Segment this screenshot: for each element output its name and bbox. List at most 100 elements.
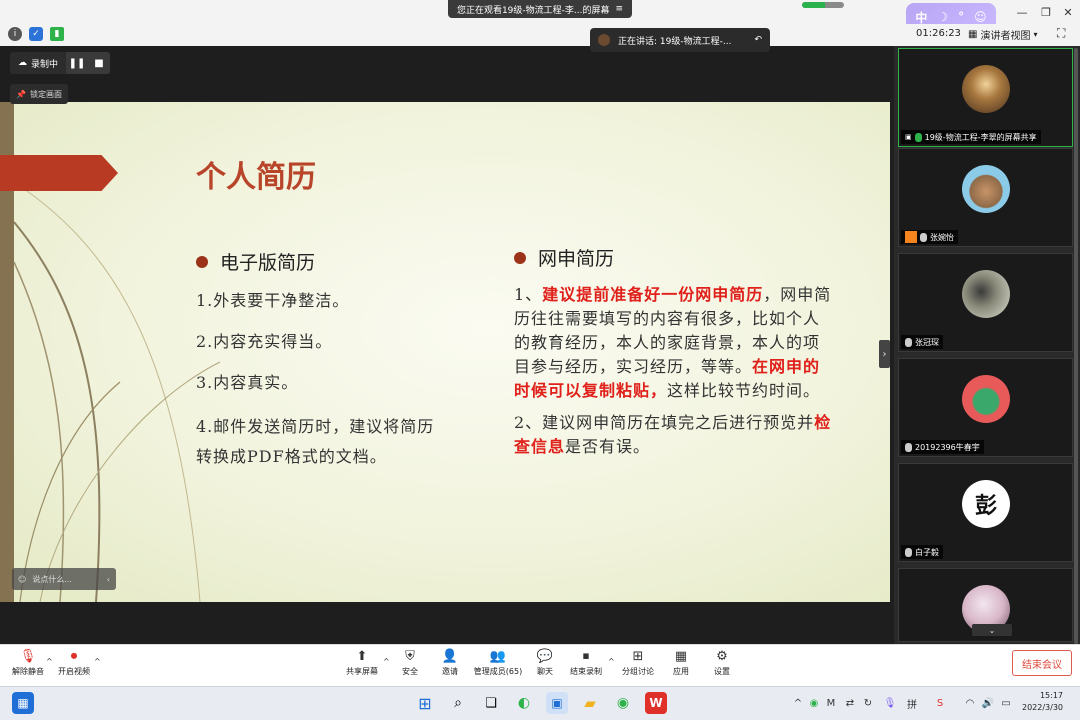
network-signal xyxy=(802,2,844,8)
mic-muted-icon xyxy=(905,547,912,557)
settings-button[interactable]: ⚙ 设置 xyxy=(694,648,750,677)
tray-chevron-up-icon[interactable]: ^ xyxy=(792,697,804,709)
right-heading: 网申简历 xyxy=(538,248,615,270)
participant-tile[interactable]: 20192396牛春宇 xyxy=(898,358,1073,457)
close-icon[interactable]: ✕ xyxy=(1058,4,1078,20)
battery-icon[interactable]: ▭ xyxy=(1000,697,1012,709)
ime-dot-icon[interactable]: ° xyxy=(958,10,964,24)
tray-refresh-icon[interactable]: ↻ xyxy=(862,697,874,709)
participant-name: 白子毅 xyxy=(915,547,939,557)
gallery-scrollbar[interactable] xyxy=(1074,48,1078,644)
participant-label: 张冠琛 xyxy=(901,335,943,349)
presentation-slide: 个人简历 电子版简历 1.外表要干净整洁。 2.内容充实得当。 3.内容真实。 … xyxy=(0,102,890,602)
participant-name: 20192396牛春宇 xyxy=(915,442,980,452)
avatar xyxy=(962,270,1010,318)
recording-status: ☁ 录制中 xyxy=(10,52,67,74)
p2-end: 是否有误。 xyxy=(565,437,651,456)
view-mode-button[interactable]: ▦ 演讲者视图 ▾ xyxy=(968,26,1048,42)
ime-smile-icon[interactable]: ☺ xyxy=(974,10,987,24)
participant-tile[interactable]: 张婉怡 xyxy=(898,148,1073,247)
participant-tile[interactable]: 彭 白子毅 xyxy=(898,463,1073,562)
restore-icon[interactable]: ❐ xyxy=(1036,4,1056,20)
signal-icon[interactable]: ▮ xyxy=(50,27,64,41)
meeting-app-icon[interactable]: ▣ xyxy=(546,692,568,714)
pin-icon: 📌 xyxy=(16,89,26,99)
avatar xyxy=(962,375,1010,423)
invite-label: 邀请 xyxy=(442,667,458,676)
unmute-label: 解除静音 xyxy=(12,667,44,676)
tray-wps-icon[interactable]: S xyxy=(934,697,946,709)
clock-time: 15:17 xyxy=(1039,691,1064,700)
start-video-label: 开启视频 xyxy=(58,667,90,676)
grid-icon: ▦ xyxy=(968,28,978,40)
active-speaker-label: 正在讲话: 19级-物流工程-... xyxy=(618,36,732,47)
tray-sync-icon[interactable]: ⇄ xyxy=(844,697,856,709)
apps-icon: ▦ xyxy=(674,648,688,664)
avatar xyxy=(962,165,1010,213)
mic-icon xyxy=(914,132,922,142)
tray-ime-icon[interactable]: 拼 xyxy=(906,697,918,711)
share-screen-label: 共享屏幕 xyxy=(346,667,378,676)
p1-end: 这样比较节约时间。 xyxy=(667,381,821,400)
slide-title-arrow xyxy=(0,155,118,191)
participant-tile[interactable]: ▣ 19级-物流工程-李翠的屏幕共享 xyxy=(898,48,1073,147)
cloud-icon: ☁ xyxy=(18,58,27,68)
left-item-4a: 4.邮件发送简历时，建议将简历 xyxy=(196,417,435,436)
stop-record-icon: ⏹ xyxy=(582,648,590,664)
slide-right-column: 网申简历 1、建议提前准备好一份网申简历，网申简历往往需要填写的内容有很多，比如… xyxy=(514,244,834,459)
search-icon[interactable]: ⌕ xyxy=(447,692,469,714)
ime-chinese-label[interactable]: 中 xyxy=(915,9,927,26)
share-banner[interactable]: 您正在观看19级-物流工程-李...的屏幕 ≡ xyxy=(448,0,632,18)
task-view-icon[interactable]: ❏ xyxy=(480,692,502,714)
fullscreen-icon[interactable]: ⛶ xyxy=(1057,26,1073,42)
recording-label: 录制中 xyxy=(31,59,59,70)
menu-icon[interactable]: ≡ xyxy=(615,4,623,14)
apps-label: 应用 xyxy=(673,667,689,676)
pin-label: 锁定画面 xyxy=(29,89,62,99)
edge-browser-icon[interactable]: ◐ xyxy=(513,692,535,714)
participant-label: ▣ 19级-物流工程-李翠的屏幕共享 xyxy=(901,130,1041,144)
video-options-caret[interactable]: ^ xyxy=(94,657,101,666)
wechat-icon[interactable]: ◉ xyxy=(612,692,634,714)
participant-tile[interactable]: 张冠琛 xyxy=(898,253,1073,352)
pause-recording-button[interactable]: ❚❚ xyxy=(66,52,89,74)
chevron-left-icon[interactable]: ‹ xyxy=(107,575,110,584)
participant-name: 张婉怡 xyxy=(930,232,954,242)
chat-label: 聊天 xyxy=(537,667,553,676)
wifi-icon[interactable]: ◠ xyxy=(964,697,976,709)
end-meeting-button[interactable]: 结束会议 xyxy=(1012,650,1072,676)
widgets-icon[interactable]: ▦ xyxy=(12,692,34,714)
chat-icon: 💬 xyxy=(536,648,554,664)
volume-icon[interactable]: 🔊 xyxy=(982,697,994,709)
left-heading: 电子版简历 xyxy=(220,252,316,274)
emoji-icon[interactable]: ☺ xyxy=(18,575,26,584)
chat-input[interactable]: ☺ 说点什么... ‹ xyxy=(12,568,116,590)
windows-start-icon[interactable]: ⊞ xyxy=(414,692,436,714)
file-explorer-icon[interactable]: ▰ xyxy=(579,692,601,714)
info-icon[interactable]: i xyxy=(8,27,22,41)
bullet-icon xyxy=(196,255,208,268)
screen-share-icon: ▣ xyxy=(905,133,912,141)
pin-screen-button[interactable]: 📌 锁定画面 xyxy=(10,84,68,104)
wps-icon[interactable]: W xyxy=(645,692,667,714)
annotate-icon[interactable]: ↶ xyxy=(754,35,762,45)
ime-moon-icon[interactable]: ☽ xyxy=(937,10,948,24)
gallery-collapse-handle[interactable]: › xyxy=(879,340,890,368)
video-off-icon: ⏺ xyxy=(70,648,78,664)
speaker-avatar-icon xyxy=(598,34,610,46)
system-clock[interactable]: 15:17 2022/3/30 xyxy=(1022,690,1063,714)
end-recording-button[interactable]: ⏹ 结束录制 xyxy=(558,648,614,677)
avatar xyxy=(962,65,1010,113)
minimize-icon[interactable]: — xyxy=(1012,4,1032,20)
os-taskbar xyxy=(0,686,1080,720)
gallery-scroll-down-icon[interactable]: ⌄ xyxy=(972,624,1012,636)
shield-icon[interactable]: ✓ xyxy=(29,27,43,41)
p1-highlight: 建议提前准备好一份网申简历 xyxy=(542,285,764,304)
tray-mic-icon[interactable]: 🎙 xyxy=(884,697,897,709)
participant-label: 张婉怡 xyxy=(901,230,958,244)
stop-recording-button[interactable]: ■ xyxy=(88,52,111,74)
tray-app-icon[interactable]: M xyxy=(825,697,837,709)
security-label: 安全 xyxy=(402,667,418,676)
tray-wechat-icon[interactable]: ◉ xyxy=(808,697,820,709)
left-item-4b: 转换成PDF格式的文档。 xyxy=(196,447,387,466)
